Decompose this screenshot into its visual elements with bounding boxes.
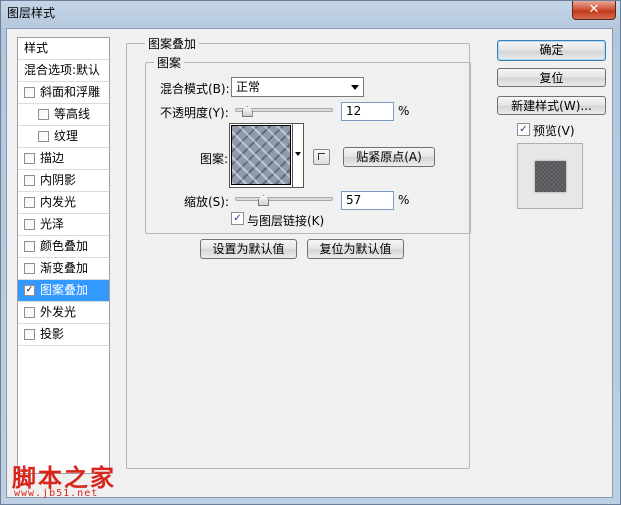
ok-button[interactable]: 确定 bbox=[497, 40, 606, 61]
style-list-item-label: 颜色叠加 bbox=[40, 239, 89, 253]
blend-mode-select[interactable]: 正常 bbox=[231, 77, 364, 97]
title-bar[interactable]: 图层样式 ✕ bbox=[1, 1, 620, 23]
style-list-item[interactable]: 内发光 bbox=[18, 192, 109, 214]
style-list-item[interactable]: 描边 bbox=[18, 148, 109, 170]
style-checkbox[interactable]: ✓ bbox=[24, 285, 35, 296]
preview-checkbox[interactable]: ✓ bbox=[517, 123, 530, 136]
style-list-item[interactable]: ✓ 图案叠加 bbox=[18, 280, 109, 302]
style-checkbox[interactable] bbox=[24, 87, 35, 98]
style-list-item-label: 斜面和浮雕 bbox=[40, 85, 101, 99]
pattern-swatch[interactable] bbox=[231, 125, 291, 185]
style-list-item-label: 渐变叠加 bbox=[40, 261, 89, 275]
style-list-item-label: 描边 bbox=[40, 151, 65, 165]
preview-label: 预览(V) bbox=[533, 124, 575, 138]
style-list-item[interactable]: 斜面和浮雕 bbox=[18, 82, 109, 104]
link-with-layer-label: 与图层链接(K) bbox=[247, 214, 325, 228]
scale-slider-track[interactable] bbox=[235, 197, 333, 201]
style-preview bbox=[517, 143, 583, 209]
style-list-item[interactable]: 等高线 bbox=[18, 104, 109, 126]
style-list-item[interactable]: 渐变叠加 bbox=[18, 258, 109, 280]
style-checkbox[interactable] bbox=[24, 307, 35, 318]
style-list-item[interactable]: 外发光 bbox=[18, 302, 109, 324]
style-list-item-label: 图案叠加 bbox=[40, 283, 89, 297]
style-list-item-label: 等高线 bbox=[54, 107, 91, 121]
chevron-down-icon bbox=[351, 85, 359, 90]
style-list-item[interactable]: 纹理 bbox=[18, 126, 109, 148]
snap-to-origin-button[interactable]: 贴紧原点(A) bbox=[343, 147, 435, 167]
style-list-item[interactable]: 颜色叠加 bbox=[18, 236, 109, 258]
blend-mode-label: 混合模式(B): bbox=[160, 82, 230, 96]
style-list-item-label: 内阴影 bbox=[40, 173, 77, 187]
set-default-button[interactable]: 设置为默认值 bbox=[200, 239, 297, 259]
style-list-item[interactable]: 样式 bbox=[18, 38, 109, 60]
style-checkbox[interactable] bbox=[24, 219, 35, 230]
style-list: 样式混合选项:默认斜面和浮雕等高线纹理描边内阴影内发光光泽颜色叠加渐变叠加 ✓ 图案… bbox=[17, 37, 110, 474]
pattern-label: 图案: bbox=[200, 152, 229, 166]
style-list-item-label: 外发光 bbox=[40, 305, 77, 319]
reset-default-button[interactable]: 复位为默认值 bbox=[307, 239, 404, 259]
scale-percent: % bbox=[398, 193, 410, 207]
pattern-overlay-title: 图案叠加 bbox=[145, 35, 200, 52]
style-list-item-label: 光泽 bbox=[40, 217, 65, 231]
style-checkbox[interactable] bbox=[38, 131, 49, 142]
reset-button[interactable]: 复位 bbox=[497, 68, 606, 87]
opacity-label: 不透明度(Y): bbox=[160, 106, 229, 120]
chevron-down-icon bbox=[295, 152, 301, 156]
style-checkbox[interactable] bbox=[24, 241, 35, 252]
style-checkbox[interactable] bbox=[24, 153, 35, 164]
style-list-item-label: 纹理 bbox=[54, 129, 79, 143]
opacity-percent: % bbox=[398, 104, 410, 118]
opacity-field[interactable]: 12 bbox=[341, 102, 394, 121]
style-checkbox[interactable] bbox=[24, 175, 35, 186]
scale-label: 缩放(S): bbox=[184, 195, 230, 209]
new-preset-icon[interactable] bbox=[313, 149, 330, 165]
pattern-dropdown[interactable] bbox=[292, 124, 303, 187]
style-checkbox[interactable] bbox=[24, 263, 35, 274]
window-title: 图层样式 bbox=[7, 6, 56, 20]
blend-mode-value: 正常 bbox=[236, 80, 261, 94]
style-list-item-label: 样式 bbox=[24, 41, 49, 55]
new-style-button[interactable]: 新建样式(W)... bbox=[497, 96, 606, 115]
style-list-item[interactable]: 内阴影 bbox=[18, 170, 109, 192]
watermark-url: www.jb51.net bbox=[14, 488, 99, 499]
preview-thumbnail bbox=[535, 161, 566, 192]
style-checkbox[interactable] bbox=[24, 329, 35, 340]
style-checkbox[interactable] bbox=[24, 197, 35, 208]
style-list-item-label: 投影 bbox=[40, 327, 65, 341]
style-list-item-label: 混合选项:默认 bbox=[24, 63, 101, 77]
style-list-item[interactable]: 投影 bbox=[18, 324, 109, 346]
pattern-group-title: 图案 bbox=[154, 54, 185, 71]
style-list-item-label: 内发光 bbox=[40, 195, 77, 209]
style-list-item[interactable]: 混合选项:默认 bbox=[18, 60, 109, 82]
style-checkbox[interactable] bbox=[38, 109, 49, 120]
link-with-layer-checkbox[interactable]: ✓ bbox=[231, 212, 244, 225]
close-button[interactable]: ✕ bbox=[572, 1, 616, 20]
scale-field[interactable]: 57 bbox=[341, 191, 394, 210]
style-list-item[interactable]: 光泽 bbox=[18, 214, 109, 236]
